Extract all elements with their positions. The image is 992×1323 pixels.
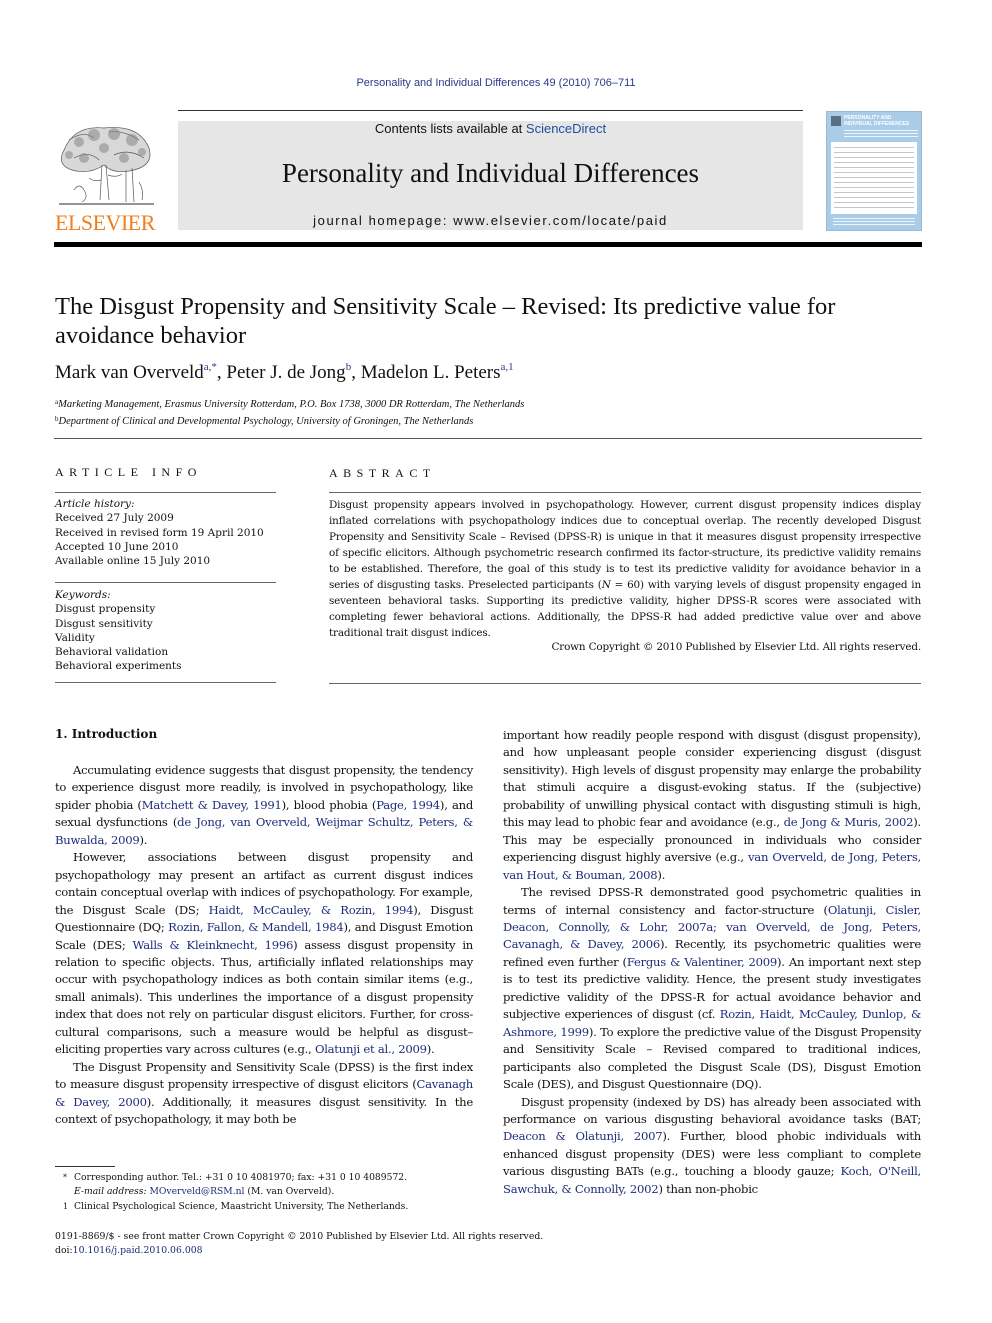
keyword-item: Disgust propensity [55,603,156,616]
body-paragraph: important how readily people respond wit… [503,727,921,884]
issn-line: 0191-8869/$ - see front matter Crown Cop… [55,1231,544,1242]
body-text: ) than non-phobic [658,1181,758,1196]
section-heading-introduction: 1. Introduction [55,727,158,741]
journal-homepage-link[interactable]: journal homepage: www.elsevier.com/locat… [178,213,803,228]
keyword-item: Disgust sensitivity [55,617,153,630]
divider [329,683,921,684]
affiliation-item: bDepartment of Clinical and Developmenta… [55,415,474,427]
article-info-heading: ARTICLE INFO [55,465,202,479]
bottom-matter: 0191-8869/$ - see front matter Crown Cop… [55,1230,543,1259]
journal-masthead: Contents lists available at ScienceDirec… [178,121,803,230]
history-label: Article history: [55,498,135,510]
abstract-copyright: Crown Copyright © 2010 Published by Else… [551,641,921,653]
elsevier-wordmark: ELSEVIER [55,210,155,235]
author-name: Madelon L. Peters [360,362,501,383]
body-text: ). [139,832,148,847]
footnote-rule [55,1166,115,1167]
divider [55,492,276,493]
divider [55,682,276,683]
keyword-item: Behavioral validation [55,646,169,659]
divider [329,492,921,493]
sciencedirect-link[interactable]: ScienceDirect [526,121,606,136]
history-item: Accepted 10 June 2010 [55,540,179,553]
citation-link[interactable]: Rozin, Fallon, & Mandell, 1984 [168,920,344,934]
history-item: Available online 15 July 2010 [55,555,211,568]
section-divider [54,438,922,439]
author-affiliation-link[interactable]: b [346,361,352,373]
body-text: ). [657,867,666,882]
body-text: ). [426,1042,435,1057]
citation-link[interactable]: de Jong & Muris, 2002 [784,815,914,829]
body-paragraph: Accumulating evidence suggests that disg… [55,762,473,849]
citation-link[interactable]: Matchett & Davey, 1991 [142,798,282,812]
keyword-item: Validity [55,631,95,644]
keyword-item: Behavioral experiments [55,660,182,673]
history-item: Received 27 July 2009 [55,512,174,525]
abstract-body: Disgust propensity appears involved in p… [329,499,921,639]
citation-link[interactable]: Fergus & Valentiner, 2009 [627,955,777,969]
header-thick-rule [54,242,922,247]
body-text: ), blood phobia ( [281,797,377,812]
journal-title: Personality and Individual Differences [281,158,700,188]
doi-link[interactable]: 10.1016/j.paid.2010.06.008 [73,1245,203,1256]
body-text: The Disgust Propensity and Sensitivity S… [55,1059,473,1092]
divider [55,582,276,583]
doi-line: doi:10.1016/j.paid.2010.06.008 [55,1245,203,1257]
journal-cover-thumbnail[interactable]: PERSONALITY AND INDIVIDUAL DIFFERENCES [826,111,922,231]
abstract-heading: ABSTRACT [329,466,436,480]
author-name: Peter J. de Jong [226,362,346,383]
body-paragraph: The Disgust Propensity and Sensitivity S… [55,1059,473,1129]
author-name: Mark van Overveld [55,362,204,383]
cover-contents-panel [831,142,917,214]
cover-title: PERSONALITY AND INDIVIDUAL DIFFERENCES [844,115,910,127]
body-column-right: important how readily people respond wit… [503,727,921,1198]
history-item: Received in revised form 19 April 2010 [55,526,264,539]
email-link[interactable]: MOverveld@RSM.nl [149,1186,244,1197]
footnote-1: 1 Clinical Psychological Science, Maastr… [63,1200,409,1212]
body-paragraph: However, associations between disgust pr… [55,849,473,1058]
cover-footer-lines [833,218,915,226]
affiliations: aMarketing Management, Erasmus Universit… [55,395,524,429]
body-text: ) assess disgust propensity in relation … [55,937,473,1057]
keywords: Keywords: Disgust propensity Disgust sen… [55,588,182,674]
footnote-email: E-mail address: MOverveld@RSM.nl (M. van… [74,1186,335,1198]
citation-link[interactable]: Page, 1994 [376,798,440,812]
header-top-rule [178,110,803,111]
body-paragraph: Disgust propensity (indexed by DS) has a… [503,1094,921,1199]
author-affiliation-link[interactable]: a,1 [501,361,514,373]
cover-logo-icon [831,116,841,126]
author-list: Mark van Overvelda,*, Peter J. de Jongb,… [55,361,514,383]
footnote-corresponding-author: * Corresponding author. Tel.: +31 0 10 4… [63,1172,408,1183]
contents-prefix: Contents lists available at [374,121,526,136]
footnotes: * Corresponding author. Tel.: +31 0 10 4… [55,1171,495,1214]
citation-link[interactable]: Olatunji et al., 2009 [315,1042,427,1056]
article-title: The Disgust Propensity and Sensitivity S… [55,293,836,349]
citation-link[interactable]: Deacon & Olatunji, 2007 [503,1129,663,1143]
author-affiliation-link[interactable]: a,* [204,361,217,373]
keywords-label: Keywords: [55,589,111,601]
running-head-citation[interactable]: Personality and Individual Differences 4… [0,77,992,89]
article-history: Article history: Received 27 July 2009 R… [55,497,264,568]
affiliation-item: aMarketing Management, Erasmus Universit… [55,398,525,410]
citation-link[interactable]: Haidt, McCauley, & Rozin, 1994 [209,903,414,917]
citation-link[interactable]: Walls & Kleinknecht, 1996 [133,938,294,952]
contents-availability: Contents lists available at ScienceDirec… [178,121,803,136]
body-text: Disgust propensity (indexed by DS) has a… [503,1094,921,1126]
body-column-left: Accumulating evidence suggests that disg… [55,762,473,1129]
body-paragraph: The revised DPSS-R demonstrated good psy… [503,884,921,1093]
cover-subtitle-lines [844,130,918,138]
